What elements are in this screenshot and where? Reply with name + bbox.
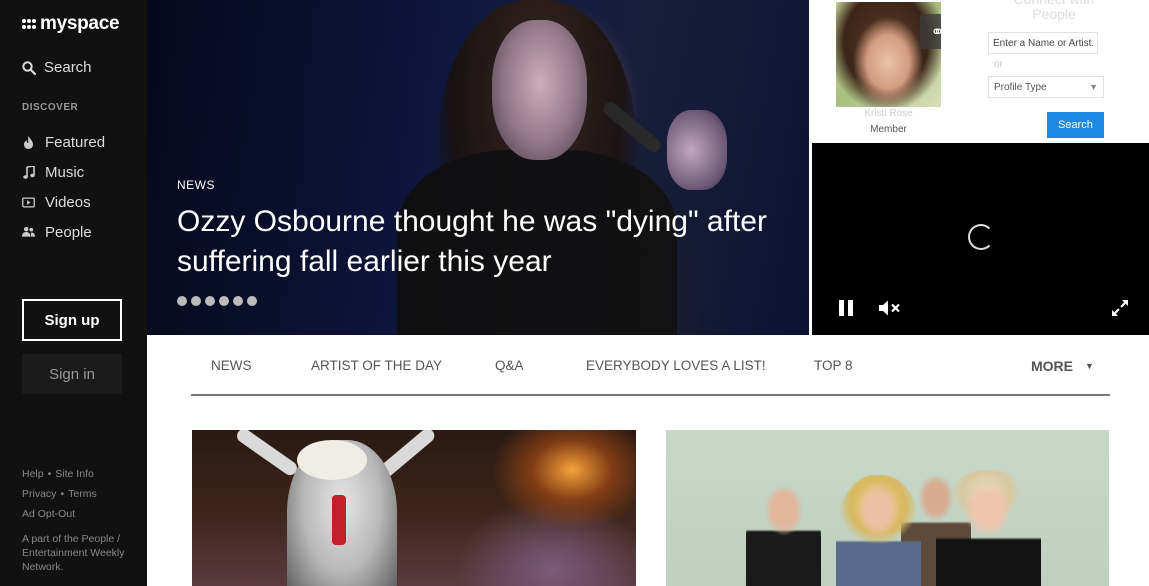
sign-up-button[interactable]: Sign up: [22, 299, 122, 341]
people-icon: [22, 226, 35, 238]
sidebar-item-people[interactable]: People: [22, 217, 105, 247]
music-note-icon: [22, 165, 35, 179]
tab-more[interactable]: MORE ▼: [1031, 358, 1094, 374]
tab-artist-of-the-day[interactable]: ARTIST OF THE DAY: [311, 358, 442, 373]
connect-title: Connect with People: [1014, 0, 1095, 22]
sidebar-item-videos[interactable]: Videos: [22, 187, 105, 217]
slide-dot[interactable]: [177, 296, 187, 306]
profile-type-value: Profile Type: [994, 81, 1047, 93]
logo-text: myspace: [40, 13, 120, 34]
slide-dot[interactable]: [191, 296, 201, 306]
tab-more-label: MORE: [1031, 358, 1073, 374]
connect-panel: ⚭ Kristi Rose Member Connect with People…: [812, 0, 1149, 143]
hero-feature[interactable]: NEWS Ozzy Osbourne thought he was "dying…: [147, 0, 809, 335]
slide-dot[interactable]: [247, 296, 257, 306]
member-name[interactable]: Kristi Rose: [836, 108, 941, 119]
search-icon: [22, 60, 36, 75]
sidebar-item-music[interactable]: Music: [22, 157, 105, 187]
sidebar-search-label: Search: [44, 59, 92, 76]
connect-search-button[interactable]: Search: [1047, 112, 1104, 138]
myspace-logo[interactable]: myspace: [22, 13, 120, 35]
sidebar-nav: Featured Music Videos People: [22, 127, 105, 247]
video-icon: [22, 196, 35, 208]
flame-icon: [22, 135, 35, 149]
tab-qa[interactable]: Q&A: [495, 358, 524, 373]
discover-heading: DISCOVER: [22, 102, 79, 113]
mute-icon[interactable]: [878, 298, 902, 318]
member-photo[interactable]: ⚭: [836, 2, 941, 107]
profile-type-select[interactable]: Profile Type ▼: [988, 76, 1104, 98]
caret-down-icon: ▼: [1085, 361, 1094, 371]
name-search-input[interactable]: [988, 32, 1098, 54]
logo-dots-icon: [22, 19, 36, 29]
sidebar: myspace Search DISCOVER Featured Music V…: [0, 0, 147, 586]
site-info-link[interactable]: Site Info: [55, 468, 94, 480]
or-label: or: [994, 59, 1003, 70]
ad-opt-out-link[interactable]: Ad Opt-Out: [22, 508, 75, 520]
hero-headline[interactable]: Ozzy Osbourne thought he was "dying" aft…: [177, 202, 777, 282]
tab-everybody-loves-a-list[interactable]: EVERYBODY LOVES A LIST!: [586, 358, 766, 373]
pause-icon[interactable]: [839, 300, 853, 316]
fullscreen-icon[interactable]: [1110, 298, 1130, 318]
sidebar-item-label: Featured: [45, 133, 106, 151]
sidebar-item-label: Music: [45, 163, 85, 181]
help-link[interactable]: Help: [22, 468, 44, 480]
network-note: A part of the People / Entertainment Wee…: [22, 533, 125, 573]
tab-top-8[interactable]: TOP 8: [814, 358, 853, 373]
loading-spinner-icon: [968, 224, 994, 250]
sidebar-item-label: Videos: [45, 193, 91, 211]
slide-dot[interactable]: [219, 296, 229, 306]
privacy-link[interactable]: Privacy: [22, 488, 56, 500]
connect-rings-icon: ⚭: [920, 14, 941, 49]
article-card-image[interactable]: [192, 430, 636, 586]
sidebar-item-label: People: [45, 223, 92, 241]
video-player[interactable]: [812, 143, 1149, 335]
sign-in-button[interactable]: Sign in: [22, 354, 122, 394]
chevron-down-icon: ▼: [1089, 82, 1098, 92]
category-tabs: NEWS ARTIST OF THE DAY Q&A EVERYBODY LOV…: [191, 346, 1110, 396]
sidebar-search[interactable]: Search: [22, 59, 92, 76]
terms-link[interactable]: Terms: [68, 488, 97, 500]
slide-dot[interactable]: [233, 296, 243, 306]
sidebar-item-featured[interactable]: Featured: [22, 127, 105, 157]
slide-dot[interactable]: [205, 296, 215, 306]
slide-dots: [177, 296, 257, 306]
member-role: Member: [870, 124, 907, 135]
hero-category: NEWS: [177, 178, 215, 192]
article-card-image[interactable]: [666, 430, 1109, 586]
footer-links: Help • Site Info Privacy • Terms Ad Opt-Out: [22, 468, 97, 520]
tab-news[interactable]: NEWS: [211, 358, 252, 373]
